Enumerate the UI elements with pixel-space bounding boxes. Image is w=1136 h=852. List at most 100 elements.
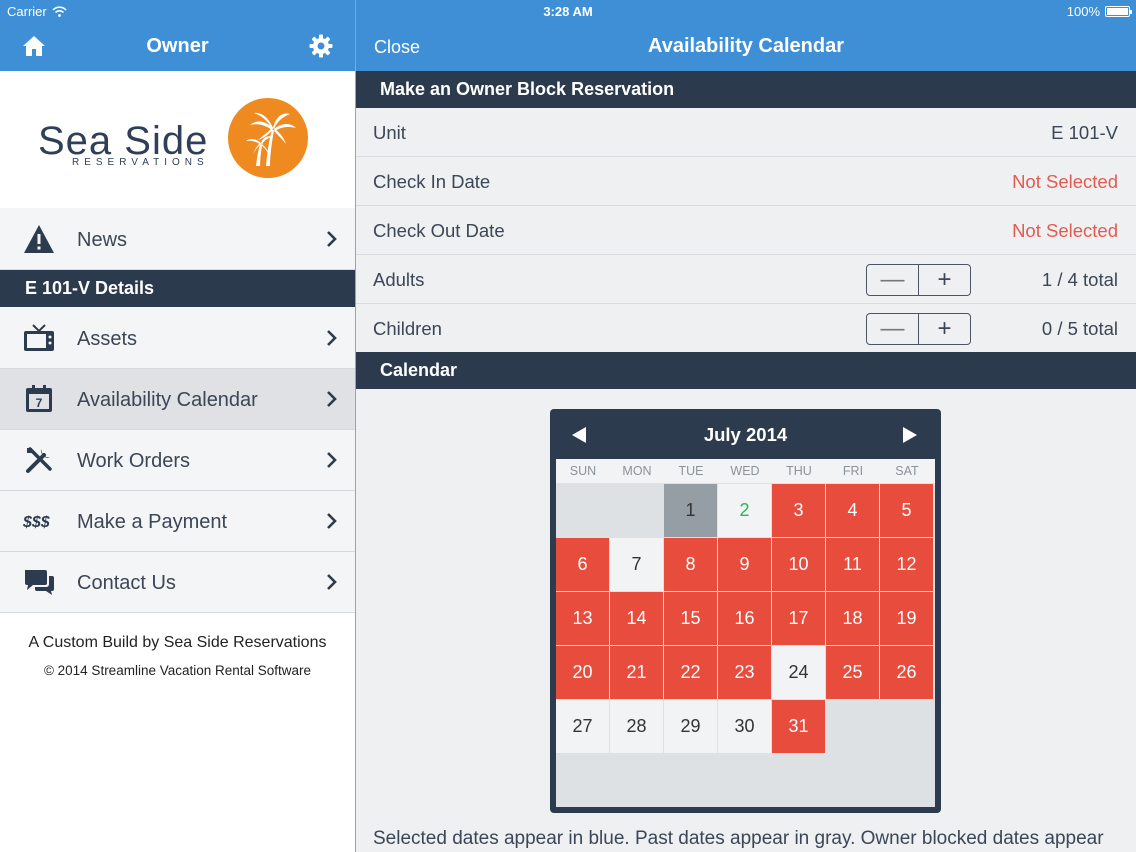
calendar-day[interactable]: 24	[772, 646, 825, 699]
sidebar-item-label: Availability Calendar	[77, 389, 258, 411]
calendar-day[interactable]: 27	[556, 700, 609, 753]
children-row: Children — + 0 / 5 total	[356, 304, 1136, 353]
chevron-right-icon	[327, 231, 337, 247]
calendar-day[interactable]: 1	[664, 484, 717, 537]
calendar-day[interactable]: 25	[826, 646, 879, 699]
calendar-day[interactable]: 18	[826, 592, 879, 645]
calendar-day[interactable]: 9	[718, 538, 771, 591]
unit-label: Unit	[373, 122, 406, 143]
calendar-day[interactable]: 12	[880, 538, 933, 591]
calendar-day[interactable]: 30	[718, 700, 771, 753]
calendar-day[interactable]: 29	[664, 700, 717, 753]
calendar-day[interactable]: 16	[718, 592, 771, 645]
check-out-value: Not Selected	[1012, 220, 1118, 241]
weekday-label: SUN	[556, 459, 610, 483]
children-label: Children	[373, 318, 442, 339]
battery-label: 100%	[1066, 4, 1100, 19]
check-in-value: Not Selected	[1012, 171, 1118, 192]
calendar-day[interactable]: 11	[826, 538, 879, 591]
calendar-day[interactable]: 3	[772, 484, 825, 537]
calendar-day[interactable]: 23	[718, 646, 771, 699]
sidebar-item-label: Assets	[77, 328, 138, 350]
unit-details-title: E 101-V Details	[25, 278, 155, 298]
sidebar-item-assets[interactable]: Assets	[0, 307, 355, 369]
adults-row: Adults — + 1 / 4 total	[356, 255, 1136, 304]
copyright-notice: © 2014 Streamline Vacation Rental Softwa…	[43, 663, 312, 678]
chevron-right-icon	[327, 330, 337, 346]
calendar-day[interactable]: 21	[610, 646, 663, 699]
sidebar-item-make-a-payment[interactable]: $$$ Make a Payment	[0, 491, 355, 552]
sidebar-item-availability-calendar[interactable]: 7 Availability Calendar	[0, 369, 355, 430]
calendar-day[interactable]: 26	[880, 646, 933, 699]
availability-calendar-panel: Close Availability Calendar Make an Owne…	[356, 0, 1136, 852]
weekday-label: SAT	[880, 459, 934, 483]
check-in-label: Check In Date	[373, 171, 491, 192]
calendar-day[interactable]: 22	[664, 646, 717, 699]
sidebar-item-work-orders[interactable]: Work Orders	[0, 430, 355, 491]
panel-divider	[355, 0, 356, 852]
logo-sun	[228, 98, 308, 178]
panel-title: Availability Calendar	[648, 35, 844, 57]
calendar-day[interactable]: 17	[772, 592, 825, 645]
sidebar-item-label: Make a Payment	[77, 511, 228, 533]
sidebar-item-label: News	[77, 229, 128, 251]
calendar-day[interactable]: 28	[610, 700, 663, 753]
owner-block-title: Make an Owner Block Reservation	[380, 79, 675, 99]
calendar-day[interactable]: 31	[772, 700, 825, 753]
calendar-title: Calendar	[380, 360, 458, 380]
calendar-header: Calendar	[356, 352, 1136, 389]
calendar-icon: 7	[23, 383, 55, 415]
chevron-right-icon	[327, 391, 337, 407]
status-bar: Carrier 3:28 AM 100%	[0, 0, 1136, 22]
status-time: 3:28 AM	[543, 4, 593, 19]
check-in-row[interactable]: Check In Date Not Selected	[356, 157, 1136, 206]
month-calendar: July 2014 SUN MON TUE WED THU FRI SAT 1 2 3 4 5 6 7 8 9…	[550, 409, 941, 813]
calendar-day[interactable]: 19	[880, 592, 933, 645]
weekday-label: THU	[772, 459, 826, 483]
calendar-day[interactable]: 13	[556, 592, 609, 645]
calendar-day[interactable]: 20	[556, 646, 609, 699]
svg-text:$$$: $$$	[23, 514, 51, 531]
calendar-grid: SUN MON TUE WED THU FRI SAT 1 2 3 4 5 6 7 8 9 10 11 12 13 14…	[556, 459, 935, 807]
calendar-nav: July 2014	[550, 409, 941, 459]
adults-stepper: — +	[866, 264, 971, 296]
calendar-legend-note: Selected dates appear in blue. Past date…	[373, 828, 1104, 849]
svg-text:7: 7	[36, 396, 43, 410]
children-decrement-button[interactable]: —	[867, 314, 919, 344]
calendar-month-label: July 2014	[703, 424, 788, 445]
calendar-day[interactable]: 5	[880, 484, 933, 537]
sidebar-item-label: Contact Us	[77, 572, 176, 594]
check-out-label: Check Out Date	[373, 220, 505, 241]
sidebar-title: Owner	[146, 35, 209, 57]
adults-increment-button[interactable]: +	[919, 265, 970, 295]
adults-value: 1 / 4 total	[1041, 269, 1118, 290]
warning-icon	[23, 223, 55, 255]
gear-icon[interactable]	[309, 34, 333, 58]
calendar-day[interactable]: 2	[718, 484, 771, 537]
calendar-day[interactable]: 10	[772, 538, 825, 591]
adults-label: Adults	[373, 269, 425, 290]
company-logo: Sea Side RESERVATIONS	[0, 71, 355, 208]
calendar-day[interactable]: 8	[664, 538, 717, 591]
sidebar-item-news[interactable]: News	[0, 208, 355, 270]
tools-icon	[23, 444, 55, 476]
calendar-day[interactable]: 14	[610, 592, 663, 645]
children-increment-button[interactable]: +	[919, 314, 970, 344]
battery-indicator: 100%	[1066, 4, 1132, 19]
sidebar-item-label: Work Orders	[77, 450, 190, 472]
children-value: 0 / 5 total	[1041, 318, 1118, 339]
weekday-label: MON	[610, 459, 664, 483]
next-month-icon[interactable]	[901, 426, 919, 444]
calendar-day[interactable]: 4	[826, 484, 879, 537]
adults-decrement-button[interactable]: —	[867, 265, 919, 295]
check-out-row[interactable]: Check Out Date Not Selected	[356, 206, 1136, 255]
dollar-icon: $$$	[23, 505, 57, 537]
calendar-day[interactable]: 7	[610, 538, 663, 591]
calendar-day[interactable]: 15	[664, 592, 717, 645]
weekday-label: TUE	[664, 459, 718, 483]
children-stepper: — +	[866, 313, 971, 345]
sidebar-item-contact-us[interactable]: Contact Us	[0, 552, 355, 613]
calendar-day[interactable]: 6	[556, 538, 609, 591]
weekday-label: WED	[718, 459, 772, 483]
owner-sidebar: Owner Sea Side RESERVATIONS News E 101-V…	[0, 0, 355, 852]
